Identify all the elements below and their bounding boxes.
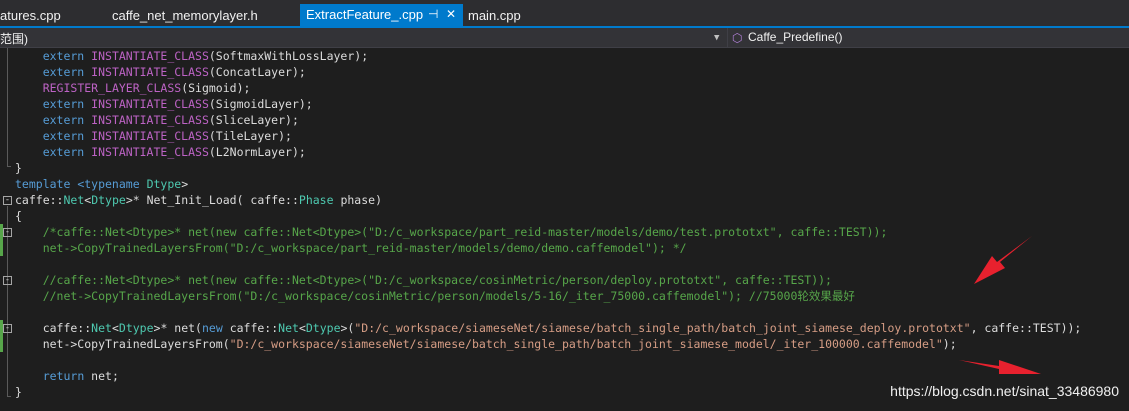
tab-features-cpp[interactable]: atures.cpp	[0, 5, 61, 26]
indent-guide	[7, 286, 8, 300]
indent-guide-end	[7, 166, 11, 167]
code-line: {	[15, 209, 22, 223]
navigation-bar: 范围) ▼ ⬡ Caffe_Predefine()	[0, 28, 1129, 48]
tab-caffe-net-memorylayer-h[interactable]: caffe_net_memorylayer.h	[112, 5, 258, 26]
tab-label: caffe_net_memorylayer.h	[112, 8, 258, 23]
code-line: extern INSTANTIATE_CLASS(L2NormLayer);	[15, 145, 306, 159]
tab-main-cpp[interactable]: main.cpp	[468, 5, 521, 26]
code-line-comment: /*caffe::Net<Dtype>* net(new caffe::Net<…	[15, 225, 888, 239]
code-line: }	[15, 161, 22, 175]
close-icon[interactable]: ✕	[446, 4, 456, 25]
chevron-down-icon[interactable]: ▼	[714, 30, 719, 46]
red-arrow-annotation	[959, 360, 1041, 374]
member-dropdown[interactable]: ⬡ Caffe_Predefine()	[727, 28, 1129, 48]
code-line: return net;	[42, 369, 119, 383]
scope-dropdown[interactable]: 范围) ▼	[0, 28, 724, 48]
code-line: caffe::Net<Dtype>* Net_Init_Load( caffe:…	[15, 193, 382, 207]
tab-extractfeature-cpp[interactable]: ExtractFeature_.cpp ⊣ ✕	[300, 4, 463, 26]
tab-label: atures.cpp	[0, 8, 61, 23]
code-line: REGISTER_LAYER_CLASS(Sigmoid);	[42, 81, 251, 95]
code-line: template <typename Dtype>	[15, 177, 189, 191]
watermark: https://blog.csdn.net/sinat_33486980	[890, 383, 1119, 399]
code-line: extern INSTANTIATE_CLASS(SoftmaxWithLoss…	[15, 49, 369, 63]
code-line-comment: //net->CopyTrainedLayersFrom("D:/c_works…	[15, 289, 855, 303]
pin-icon[interactable]: ⊣	[428, 4, 438, 25]
indent-guide	[7, 238, 8, 252]
fold-toggle-icon[interactable]: -	[3, 196, 12, 205]
fold-toggle-icon[interactable]: -	[3, 276, 12, 285]
red-arrow-annotation	[974, 236, 1032, 284]
code-line: extern INSTANTIATE_CLASS(SliceLayer);	[15, 113, 299, 127]
code-line: caffe::Net<Dtype>* net(new caffe::Net<Dt…	[15, 321, 1082, 335]
code-line: }	[15, 385, 22, 399]
cube-icon: ⬡	[732, 31, 743, 45]
tab-label: ExtractFeature_.cpp	[306, 7, 424, 22]
tab-label: main.cpp	[468, 8, 521, 23]
fold-toggle-icon[interactable]: -	[3, 228, 12, 237]
code-line-comment: net->CopyTrainedLayersFrom("D:/c_workspa…	[15, 241, 687, 255]
code-line: extern INSTANTIATE_CLASS(TileLayer);	[15, 129, 292, 143]
indent-guide-end	[7, 396, 11, 397]
indent-guide	[7, 48, 8, 166]
code-line: extern INSTANTIATE_CLASS(SigmoidLayer);	[15, 97, 313, 111]
code-line: net->CopyTrainedLayersFrom("D:/c_workspa…	[15, 337, 957, 351]
document-tab-bar: atures.cpp caffe_net_memorylayer.h Extra…	[0, 0, 1129, 28]
code-line: extern INSTANTIATE_CLASS(ConcatLayer);	[15, 65, 306, 79]
scope-label: 范围)	[0, 32, 28, 46]
member-label: Caffe_Predefine()	[748, 30, 843, 44]
fold-toggle-icon[interactable]: -	[3, 324, 12, 333]
code-line-comment: //caffe::Net<Dtype>* net(new caffe::Net<…	[15, 273, 832, 287]
